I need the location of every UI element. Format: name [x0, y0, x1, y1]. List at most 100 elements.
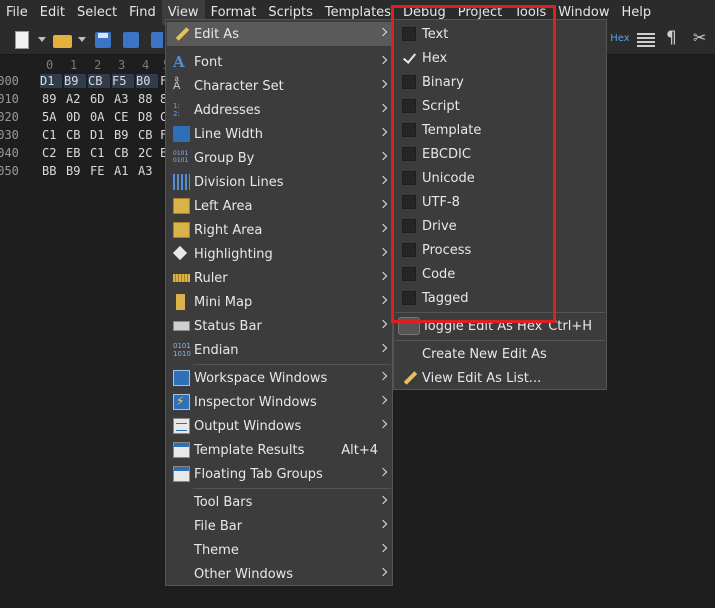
- menu-item-other-windows[interactable]: Other Windows: [167, 562, 391, 586]
- edit-as-script[interactable]: Script: [395, 94, 605, 118]
- row-address: 0050: [0, 164, 19, 178]
- menu-item-mini-map[interactable]: Mini Map: [167, 290, 391, 314]
- hex-byte[interactable]: CB: [88, 74, 110, 88]
- edit-as-drive[interactable]: Drive: [395, 214, 605, 238]
- menu-item-font[interactable]: A Font: [167, 50, 391, 74]
- menu-item-ruler[interactable]: Ruler: [167, 266, 391, 290]
- hex-byte[interactable]: D1: [90, 128, 112, 142]
- checkbox-icon: [402, 243, 416, 257]
- menu-item-status-bar[interactable]: Status Bar: [167, 314, 391, 338]
- hex-mode-icon[interactable]: Hex: [608, 30, 632, 48]
- hex-byte[interactable]: C2: [42, 146, 64, 160]
- hex-byte[interactable]: CB: [66, 128, 88, 142]
- hex-byte[interactable]: EB: [66, 146, 88, 160]
- hex-byte[interactable]: FE: [90, 164, 112, 178]
- menu-find[interactable]: Find: [123, 0, 162, 25]
- hex-byte[interactable]: CB: [138, 128, 160, 142]
- edit-as-tagged[interactable]: Tagged: [395, 286, 605, 310]
- edit-as-binary[interactable]: Binary: [395, 70, 605, 94]
- save-all-icon[interactable]: [149, 30, 163, 50]
- edit-as-code[interactable]: Code: [395, 262, 605, 286]
- menu-item-label: Tool Bars: [194, 494, 253, 510]
- create-new-edit-as[interactable]: Create New Edit As: [395, 342, 605, 366]
- hex-byte[interactable]: D8: [138, 110, 160, 124]
- hex-byte[interactable]: CB: [114, 146, 136, 160]
- hex-byte[interactable]: B9: [66, 164, 88, 178]
- hex-byte[interactable]: B9: [64, 74, 86, 88]
- open-dropdown-icon[interactable]: [78, 37, 86, 42]
- cut-icon[interactable]: ✂: [693, 28, 706, 47]
- hex-byte[interactable]: A1: [114, 164, 136, 178]
- hex-byte[interactable]: 2C: [138, 146, 160, 160]
- hex-byte[interactable]: C1: [90, 146, 112, 160]
- menu-file[interactable]: File: [0, 0, 34, 25]
- menu-edit[interactable]: Edit: [34, 0, 71, 25]
- menu-item-character-set[interactable]: Aͣ Character Set: [167, 74, 391, 98]
- edit-as-process[interactable]: Process: [395, 238, 605, 262]
- menu-item-theme[interactable]: Theme: [167, 538, 391, 562]
- menu-item-highlighting[interactable]: Highlighting: [167, 242, 391, 266]
- edit-as-unicode[interactable]: Unicode: [395, 166, 605, 190]
- new-file-icon[interactable]: [12, 30, 32, 50]
- hex-byte[interactable]: 5A: [42, 110, 64, 124]
- hex-byte[interactable]: B0: [136, 74, 158, 88]
- chevron-right-icon: [378, 371, 388, 381]
- hex-byte[interactable]: D1: [40, 74, 62, 88]
- menu-item-tool-bars[interactable]: Tool Bars: [167, 490, 391, 514]
- menu-item-addresses[interactable]: 1: 2: Addresses: [167, 98, 391, 122]
- menu-item-workspace-windows[interactable]: Workspace Windows: [167, 366, 391, 390]
- menu-item-output-windows[interactable]: Output Windows: [167, 414, 391, 438]
- hex-byte[interactable]: A2: [66, 92, 88, 106]
- hex-byte[interactable]: A3: [114, 92, 136, 106]
- workspace-windows-icon: [173, 370, 190, 386]
- show-whitespace-icon[interactable]: ¶: [666, 28, 677, 48]
- highlighting-icon: [173, 246, 190, 262]
- menu-item-endian[interactable]: 0101 1010 Endian: [167, 338, 391, 362]
- line-width-icon[interactable]: [637, 31, 655, 47]
- hex-byte[interactable]: A3: [138, 164, 160, 178]
- chevron-right-icon: [378, 55, 388, 65]
- menu-item-inspector-windows[interactable]: Inspector Windows: [167, 390, 391, 414]
- save-as-icon[interactable]: [121, 30, 141, 50]
- menu-item-group-by[interactable]: 0101 0101 Group By: [167, 146, 391, 170]
- hex-byte[interactable]: F5: [112, 74, 134, 88]
- menu-item-edit-as[interactable]: Edit As: [167, 22, 391, 46]
- menu-item-label: Unicode: [422, 170, 475, 186]
- menu-item-left-area[interactable]: Left Area: [167, 194, 391, 218]
- ruler-label: 4: [142, 58, 150, 72]
- menu-select[interactable]: Select: [71, 0, 123, 25]
- menu-item-division-lines[interactable]: Division Lines: [167, 170, 391, 194]
- right-area-icon: [173, 222, 190, 238]
- hex-byte[interactable]: 0A: [90, 110, 112, 124]
- hex-byte[interactable]: 89: [42, 92, 64, 106]
- menu-help[interactable]: Help: [616, 0, 658, 25]
- menu-item-label: Other Windows: [194, 566, 294, 582]
- new-file-dropdown-icon[interactable]: [38, 37, 46, 42]
- checkbox-icon: [402, 267, 416, 281]
- hex-byte[interactable]: CE: [114, 110, 136, 124]
- edit-as-hex[interactable]: Hex: [395, 46, 605, 70]
- hex-byte[interactable]: 6D: [90, 92, 112, 106]
- menu-item-template-results[interactable]: Template Results Alt+4: [167, 438, 391, 462]
- menu-item-label: Script: [422, 98, 460, 114]
- edit-as-ebcdic[interactable]: EBCDIC: [395, 142, 605, 166]
- mini-map-icon: [176, 294, 185, 310]
- menu-item-floating-tab-groups[interactable]: Floating Tab Groups: [167, 462, 391, 486]
- chevron-right-icon: [378, 395, 388, 405]
- hex-byte[interactable]: C1: [42, 128, 64, 142]
- hex-byte[interactable]: BB: [42, 164, 64, 178]
- menu-item-file-bar[interactable]: File Bar: [167, 514, 391, 538]
- checkbox-icon: [402, 99, 416, 113]
- edit-as-utf8[interactable]: UTF-8: [395, 190, 605, 214]
- edit-as-text[interactable]: Text: [395, 22, 605, 46]
- hex-byte[interactable]: B9: [114, 128, 136, 142]
- save-icon[interactable]: [93, 30, 113, 50]
- menu-item-right-area[interactable]: Right Area: [167, 218, 391, 242]
- open-folder-icon[interactable]: [52, 30, 72, 50]
- hex-byte[interactable]: 88: [138, 92, 160, 106]
- menu-item-line-width[interactable]: Line Width: [167, 122, 391, 146]
- edit-as-template[interactable]: Template: [395, 118, 605, 142]
- view-edit-as-list[interactable]: View Edit As List...: [395, 366, 605, 390]
- hex-byte[interactable]: 0D: [66, 110, 88, 124]
- toggle-edit-as-hex[interactable]: Toggle Edit As Hex Ctrl+H: [395, 314, 605, 338]
